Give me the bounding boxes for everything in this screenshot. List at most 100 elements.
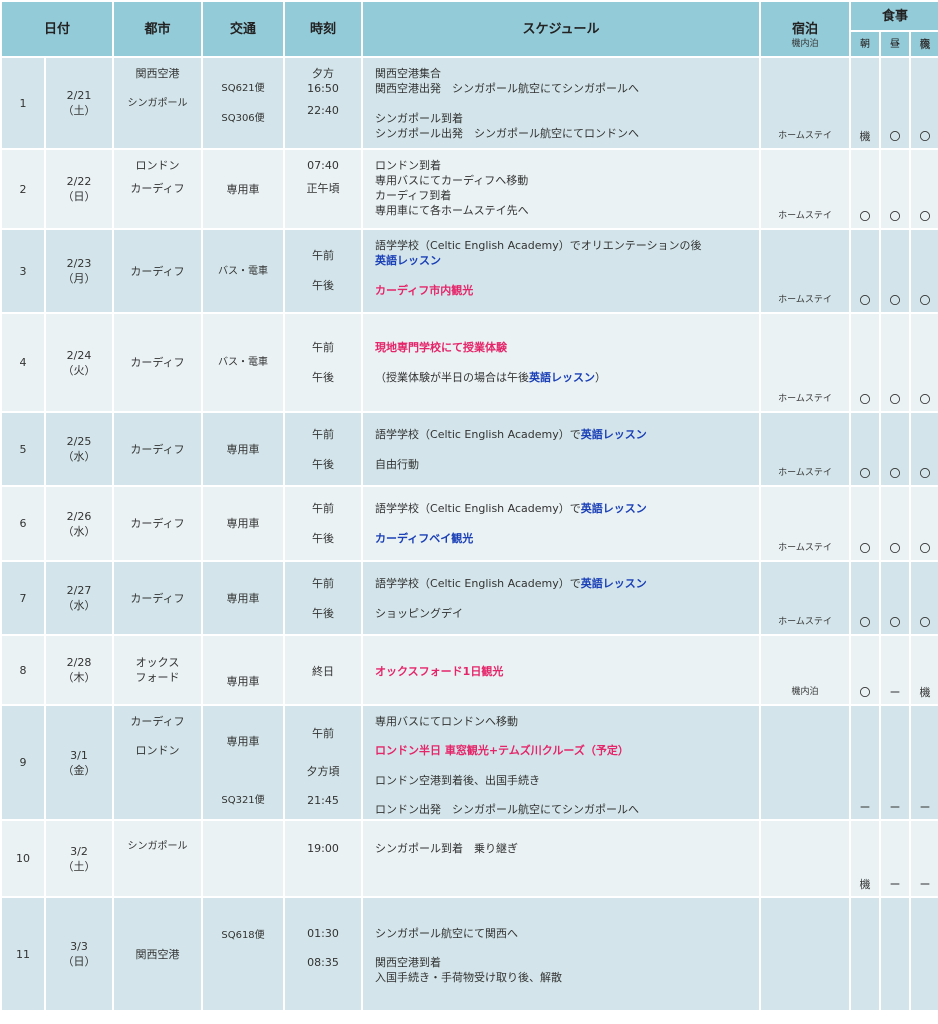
itinerary-table: 日付 都市 交通 時刻 スケジュール 宿泊 食事 朝 昼 夜 1 2/21 （土）…	[0, 0, 938, 1012]
time-text: 午後	[312, 371, 335, 384]
time-text: 午前	[312, 577, 335, 590]
row-date: 2/24 （火）	[46, 314, 113, 411]
schedule-line: ロンドン到着	[375, 159, 442, 172]
row-schedule: 専用バスにてロンドンへ移動 ロンドン半日 車窓観光+テムズ川クルーズ（予定） ロ…	[363, 706, 760, 819]
row-time: 夕方 16:50 22:40	[285, 58, 362, 148]
row-transport: 専用車 SQ321便	[203, 706, 284, 819]
time-text: 午前	[312, 727, 335, 740]
header-schedule: スケジュール	[363, 2, 760, 56]
row-transport: 専用車	[203, 636, 284, 704]
schedule-line: シンガポール到着 乗り継ぎ	[375, 842, 519, 855]
row-number: 1	[2, 58, 44, 148]
date-text: 2/24	[66, 348, 92, 362]
transport-text: 専用車	[226, 183, 260, 196]
city-text: 関西空港	[135, 67, 180, 80]
row-transport: バス・電車	[203, 230, 284, 312]
row-city: オックス フォード	[114, 636, 202, 704]
row-lodging	[761, 898, 850, 1010]
row-schedule: シンガポール航空にて関西へ 関西空港到着 入国手続き・手荷物受け取り後、解散	[363, 898, 760, 1010]
row-date: 2/25 （水）	[46, 413, 113, 485]
dow-text: （日）	[62, 955, 96, 968]
date-text: 2/26	[66, 509, 92, 523]
row-number: 3	[2, 230, 44, 312]
dow-text: （水）	[62, 524, 96, 538]
time-text: 07:40	[307, 159, 339, 172]
date-text: 2/27	[66, 584, 92, 597]
row-date: 3/3 （日）	[46, 898, 113, 1010]
row-time: 終日	[285, 636, 362, 704]
dow-text: （木）	[62, 671, 96, 684]
schedule-highlight: 現地専門学校にて授業体験	[375, 341, 508, 354]
date-text: 2/22	[66, 175, 92, 188]
time-text: 01:30	[307, 927, 339, 940]
schedule-line: 入国手続き・手荷物受け取り後、解散	[375, 971, 563, 984]
row-time: 07:40 正午頃	[285, 150, 362, 228]
time-text: 16:50	[307, 82, 339, 95]
row-transport: 専用車	[203, 562, 284, 634]
schedule-line: 関西空港出発 シンガポール航空にてシンガポールへ	[375, 82, 640, 95]
row-time: 19:00	[285, 821, 362, 896]
city-text: カーディフ	[130, 182, 185, 195]
header-meals: 食事	[851, 2, 938, 30]
time-text: 午前	[312, 249, 335, 262]
transport-text: SQ621便	[221, 83, 265, 94]
schedule-highlight: 英語レッスン	[580, 577, 647, 590]
schedule-highlight: 英語レッスン	[529, 371, 596, 384]
schedule-line: カーディフ到着	[375, 189, 452, 202]
transport-text: SQ306便	[221, 113, 265, 124]
row-transport: 専用車	[203, 150, 284, 228]
time-text: 午後	[312, 607, 335, 620]
row-city: ロンドン カーディフ	[114, 150, 202, 228]
schedule-line: 関西空港集合	[375, 67, 442, 80]
transport-text: SQ321便	[221, 795, 265, 806]
schedule-line: シンガポール到着	[375, 112, 464, 125]
schedule-line: 語学学校（Celtic English Academy）で英語レッスン	[375, 428, 647, 441]
row-lodging	[761, 821, 850, 896]
schedule-line: 専用バスにてカーディフへ移動	[375, 174, 529, 187]
row-schedule: 語学学校（Celtic English Academy）でオリエンテーションの後…	[363, 230, 760, 312]
dow-text: （日）	[62, 190, 96, 203]
row-number: 10	[2, 821, 44, 896]
header-date: 日付	[2, 2, 113, 56]
schedule-line: ロンドン出発 シンガポール航空にてシンガポールへ	[375, 803, 640, 816]
row-number: 11	[2, 898, 44, 1010]
row-number: 6	[2, 487, 44, 560]
dow-text: （土）	[62, 104, 96, 117]
row-number: 7	[2, 562, 44, 634]
row-city: 関西空港 シンガポール	[114, 58, 202, 148]
date-text: 3/1	[70, 748, 88, 762]
table-row: 11 3/3 （日） 関西空港 SQ618便 01:30 08:35 シンガポール航…	[2, 878, 938, 1010]
dow-text: （金）	[62, 763, 96, 777]
row-schedule: オックスフォード1日観光	[363, 636, 760, 704]
dow-text: （水）	[62, 599, 96, 612]
schedule-highlight: 英語レッスン	[375, 254, 442, 267]
row-transport: バス・電車	[203, 314, 284, 411]
row-number: 9	[2, 706, 44, 819]
row-time: 午前 午後	[285, 230, 362, 312]
time-text: 午前	[312, 341, 335, 354]
schedule-line: ロンドン空港到着後、出国手続き	[375, 774, 541, 787]
row-schedule: シンガポール到着 乗り継ぎ	[363, 821, 760, 896]
row-time: 午前 午後	[285, 413, 362, 485]
lodging-text: ホームステイ	[778, 211, 832, 221]
schedule-line: 専用バスにてロンドンへ移動	[375, 715, 519, 728]
lodging-text: ホームステイ	[778, 131, 832, 141]
schedule-line: ショッピングデイ	[375, 607, 464, 620]
row-city: 関西空港	[114, 898, 202, 1010]
date-text: 2/21	[66, 89, 92, 102]
row-date: 3/2 （土）	[46, 821, 113, 896]
row-transport	[203, 821, 284, 896]
time-text: 夕方頃	[306, 765, 340, 778]
table-row: 10 3/2 （土） シンガポール 19:00 シンガポール到着 乗り継ぎ ー ー…	[2, 801, 938, 896]
lodging-text: 機内泊	[791, 687, 819, 697]
row-schedule: 現地専門学校にて授業体験 （授業体験が半日の場合は午後英語レッスン）	[363, 314, 760, 411]
time-text: 夕方	[312, 67, 335, 80]
schedule-line: シンガポール出発 シンガポール航空にてロンドンへ	[375, 127, 640, 140]
schedule-highlight: カーディフベイ観光	[375, 532, 474, 545]
row-city: カーディフ	[114, 314, 202, 411]
row-schedule: ロンドン到着 専用バスにてカーディフへ移動 カーディフ到着 専用車にて各ホームス…	[363, 150, 760, 228]
schedule-line: 語学学校（Celtic English Academy）で英語レッスン	[375, 502, 647, 515]
time-text: 22:40	[307, 104, 339, 117]
time-text: 午前	[312, 502, 335, 515]
row-schedule: 語学学校（Celtic English Academy）で英語レッスン ショッピ…	[363, 562, 760, 634]
